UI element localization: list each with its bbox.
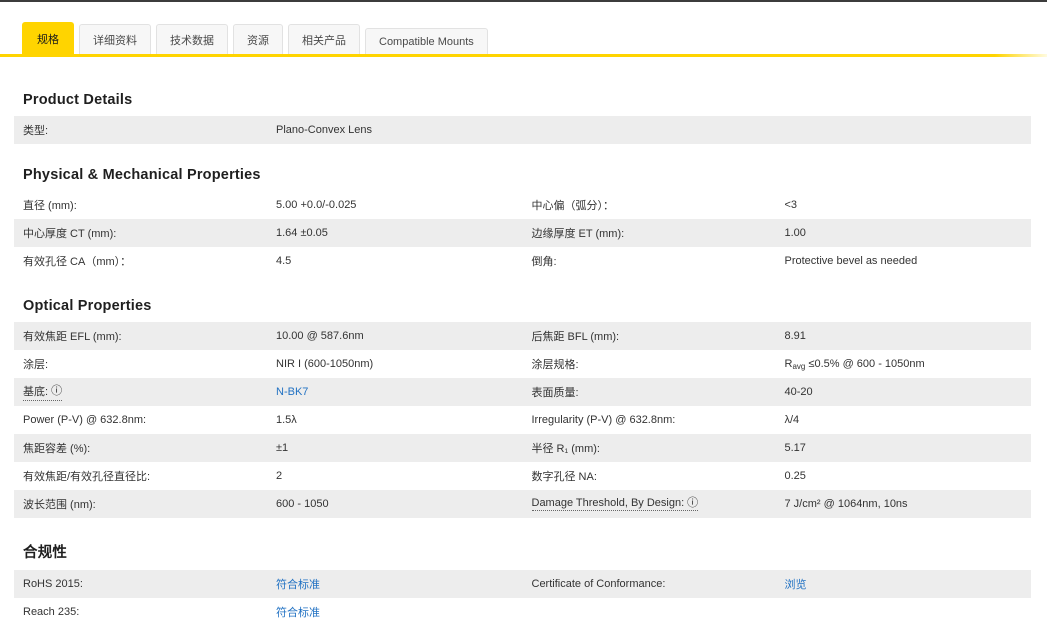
spec-label-bevel: 倒角: — [531, 256, 557, 268]
spec-label-centration: 中心偏（弧分）： — [531, 200, 615, 212]
tab-technical-data[interactable]: 技术数据 — [156, 24, 228, 54]
spec-value-irregularity: λ/4 — [784, 414, 800, 426]
info-icon[interactable]: ⓘ — [687, 497, 698, 509]
spec-row-fnumber-na: 有效焦距/有效孔径直径比: 2 数字孔径 NA: 0.25 — [14, 462, 1031, 490]
spec-value-diameter: 5.00 +0.0/-0.025 — [276, 199, 357, 211]
spec-row-type: 类型: Plano-Convex Lens — [14, 116, 1031, 144]
spec-label-efl: 有效焦距 EFL (mm): — [23, 331, 122, 343]
specifications-panel: Product Details 类型: Plano-Convex Lens Ph… — [0, 57, 1047, 626]
spec-label-bfl: 后焦距 BFL (mm): — [531, 331, 620, 343]
tab-related-products[interactable]: 相关产品 — [288, 24, 360, 54]
section-optical: Optical Properties 有效焦距 EFL (mm): 10.00 … — [14, 298, 1031, 518]
spec-value-centration: <3 — [784, 199, 798, 211]
spec-value-efl: 10.00 @ 587.6nm — [276, 330, 364, 342]
spec-label-na: 数字孔径 NA: — [531, 471, 597, 483]
substrate-link[interactable]: N-BK7 — [276, 386, 308, 398]
spec-label-center-thickness: 中心厚度 CT (mm): — [23, 228, 117, 240]
spec-label-power: Power (P-V) @ 632.8nm: — [23, 414, 147, 426]
spec-label-type: 类型: — [23, 125, 49, 137]
rohs-compliant-link[interactable]: 符合标准 — [276, 579, 320, 591]
spec-label-efl-ca-ratio: 有效焦距/有效孔径直径比: — [23, 471, 151, 483]
spec-label-wavelength-range: 波长范围 (nm): — [23, 499, 96, 511]
spec-label-clear-aperture: 有效孔径 CA（mm）： — [23, 256, 132, 268]
spec-row-coating: 涂层: NIR I (600-1050nm) 涂层规格: Ravg ≤0.5% … — [14, 350, 1031, 378]
certificate-view-link[interactable]: 浏览 — [785, 579, 807, 591]
spec-label-coating: 涂层: — [23, 359, 49, 371]
spec-value-reach: 符合标准 — [276, 604, 523, 620]
tab-details[interactable]: 详细资料 — [79, 24, 151, 54]
spec-value-rohs: 符合标准 — [276, 576, 523, 592]
spec-row-substrate-surface: 基底: ⓘ N-BK7 表面质量: 40-20 — [14, 378, 1031, 406]
info-icon[interactable]: ⓘ — [51, 385, 62, 397]
tab-compatible-mounts[interactable]: Compatible Mounts — [365, 28, 488, 54]
spec-value-coating: NIR I (600-1050nm) — [276, 358, 374, 370]
section-title-product-details: Product Details — [23, 92, 133, 108]
spec-value-substrate: N-BK7 — [276, 386, 523, 398]
spec-value-certificate-of-conformance: 浏览 — [785, 576, 1032, 592]
section-compliance: 合规性 RoHS 2015: 符合标准 Certificate of Confo… — [14, 541, 1031, 626]
spec-row-wavelength-damage: 波长范围 (nm): 600 - 1050 Damage Threshold, … — [14, 490, 1031, 518]
spec-label-damage-threshold: Damage Threshold, By Design: ⓘ — [531, 496, 699, 511]
spec-label-radius: 半径 R₁ (mm): — [531, 443, 600, 455]
spec-row-ct-et: 中心厚度 CT (mm): 1.64 ±0.05 边缘厚度 ET (mm): 1… — [14, 219, 1031, 247]
section-physical-mechanical: Physical & Mechanical Properties 直径 (mm)… — [14, 167, 1031, 275]
spec-label-certificate-of-conformance: Certificate of Conformance: — [531, 578, 666, 590]
spec-value-surface-quality: 40-20 — [784, 386, 813, 398]
product-tabs: 规格 详细资料 技术数据 资源 相关产品 Compatible Mounts — [0, 2, 1047, 54]
spec-value-efl-ca-ratio: 2 — [276, 470, 283, 482]
spec-value-na: 0.25 — [784, 470, 806, 482]
spec-row-ca-bevel: 有效孔径 CA（mm）： 4.5 倒角: Protective bevel as… — [14, 247, 1031, 275]
spec-row-power-irregularity: Power (P-V) @ 632.8nm: 1.5λ Irregularity… — [14, 406, 1031, 434]
section-title-physical-mechanical: Physical & Mechanical Properties — [23, 167, 261, 183]
section-product-details: Product Details 类型: Plano-Convex Lens — [14, 92, 1031, 144]
spec-value-coating-spec: Ravg ≤0.5% @ 600 - 1050nm — [784, 357, 925, 371]
spec-row-tolerance-radius: 焦距容差 (%): ±1 半径 R₁ (mm): 5.17 — [14, 434, 1031, 462]
spec-value-wavelength-range: 600 - 1050 — [276, 498, 329, 510]
spec-value-bevel: Protective bevel as needed — [784, 255, 918, 267]
spec-row-diameter-centration: 直径 (mm): 5.00 +0.0/-0.025 中心偏（弧分）： <3 — [14, 191, 1031, 219]
reach-compliant-link[interactable]: 符合标准 — [276, 607, 320, 619]
spec-value-clear-aperture: 4.5 — [276, 255, 292, 267]
spec-label-reach: Reach 235: — [23, 606, 80, 618]
spec-value-power: 1.5λ — [276, 414, 297, 426]
spec-label-rohs: RoHS 2015: — [23, 578, 83, 590]
spec-row-efl-bfl: 有效焦距 EFL (mm): 10.00 @ 587.6nm 后焦距 BFL (… — [14, 322, 1031, 350]
spec-value-bfl: 8.91 — [784, 330, 806, 342]
spec-value-radius: 5.17 — [784, 442, 806, 454]
spec-value-focal-tolerance: ±1 — [276, 442, 289, 454]
section-title-compliance: 合规性 — [23, 545, 68, 561]
spec-label-diameter: 直径 (mm): — [23, 200, 77, 212]
section-title-optical: Optical Properties — [23, 298, 152, 314]
spec-value-center-thickness: 1.64 ±0.05 — [276, 227, 328, 239]
spec-label-edge-thickness: 边缘厚度 ET (mm): — [531, 228, 625, 240]
spec-label-irregularity: Irregularity (P-V) @ 632.8nm: — [531, 414, 676, 426]
spec-value-edge-thickness: 1.00 — [784, 227, 806, 239]
spec-label-focal-tolerance: 焦距容差 (%): — [23, 443, 91, 455]
tab-resources[interactable]: 资源 — [233, 24, 283, 54]
spec-label-coating-spec: 涂层规格: — [531, 359, 579, 371]
spec-row-rohs-coc: RoHS 2015: 符合标准 Certificate of Conforman… — [14, 570, 1031, 598]
spec-value-damage-threshold: 7 J/cm² @ 1064nm, 10ns — [784, 498, 908, 510]
spec-value-type: Plano-Convex Lens — [276, 124, 373, 136]
spec-label-substrate: 基底: ⓘ — [23, 383, 276, 401]
tab-specifications[interactable]: 规格 — [22, 22, 74, 54]
spec-label-surface-quality: 表面质量: — [531, 387, 579, 399]
